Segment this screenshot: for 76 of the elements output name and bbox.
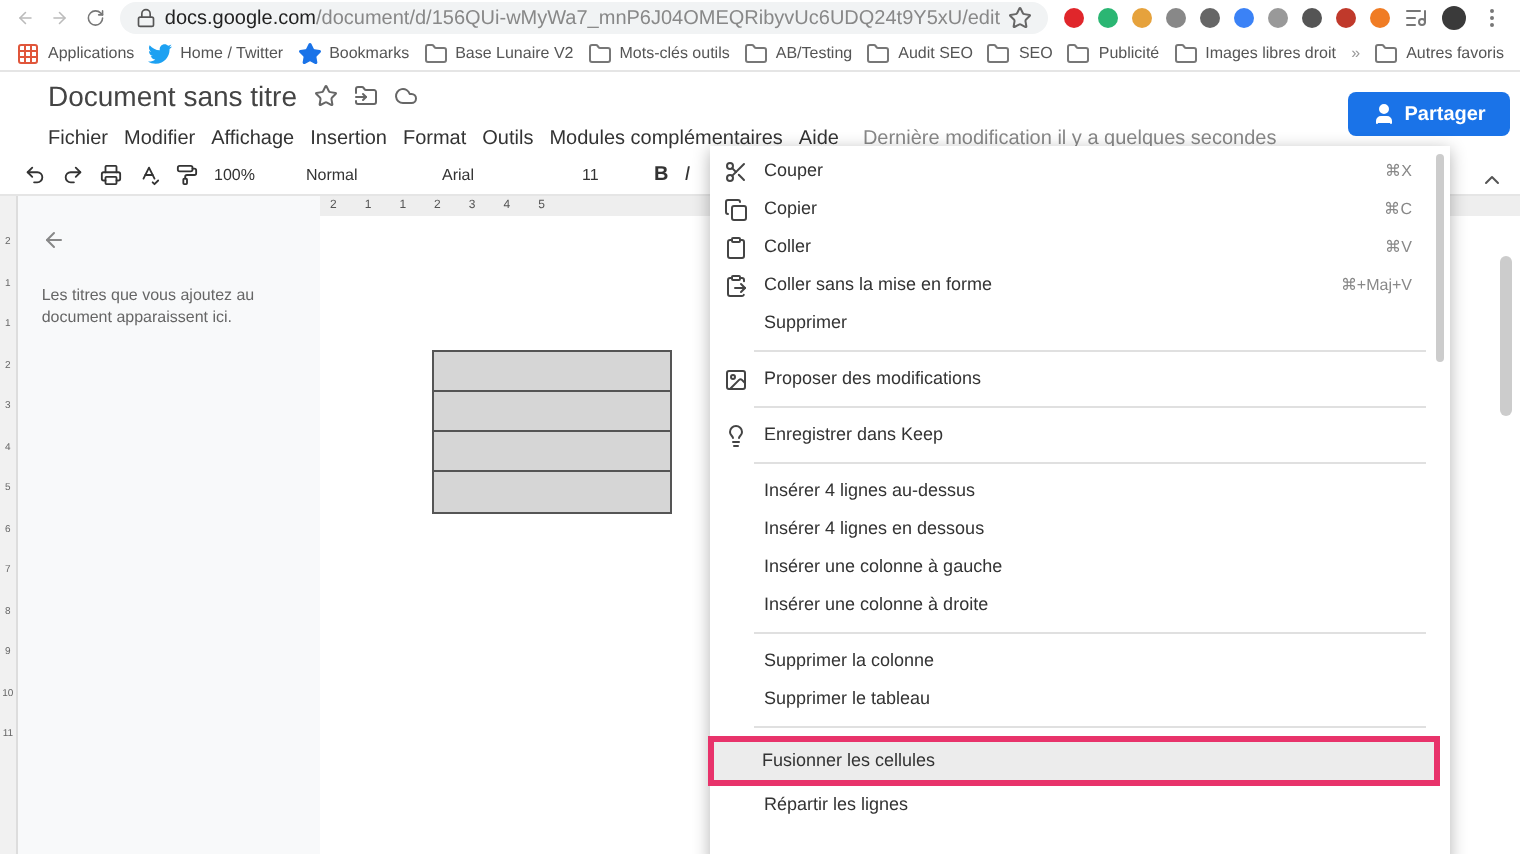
bird-icon[interactable] (148, 41, 173, 65)
bold-button[interactable]: B (654, 160, 669, 190)
menu-item[interactable]: Aide (798, 123, 839, 153)
address-bar[interactable]: docs.google.com/document/d/156QUi-wMyWa7_mnP6J04OMEQRibyvUc6UDQ24t9Y5xU/edit (120, 2, 1048, 34)
bookmark-link[interactable]: SEO (1018, 41, 1053, 65)
move-folder-icon[interactable] (353, 84, 377, 108)
context-menu-item[interactable]: Insérer une colonne à gauche (710, 548, 1426, 586)
menu-item[interactable]: Insertion (310, 123, 387, 153)
folder-icon[interactable] (1173, 41, 1198, 65)
style-select[interactable]: Normal (306, 163, 426, 187)
spellcheck-icon[interactable] (138, 164, 160, 186)
menu-item[interactable]: Modifier (124, 123, 196, 153)
undo-icon[interactable] (24, 164, 46, 186)
bookmark-link[interactable]: Autres favoris (1406, 41, 1504, 65)
star-icon[interactable] (313, 84, 337, 108)
context-menu-item[interactable]: Coller ⌘V (710, 228, 1426, 266)
menu-item[interactable]: Modules complémentaires (549, 123, 783, 153)
playlist-icon[interactable] (1404, 6, 1428, 30)
image-icon (724, 367, 748, 391)
italic-button[interactable]: I (684, 160, 691, 190)
bookmark-link[interactable]: Audit SEO (898, 41, 973, 65)
context-menu-item[interactable]: Supprimer la colonne (710, 642, 1426, 680)
context-menu-item[interactable]: Copier ⌘C (710, 190, 1426, 228)
clipboard-icon (724, 235, 748, 259)
context-menu-item[interactable]: Proposer des modifications (710, 360, 1426, 398)
avatar[interactable] (1442, 6, 1466, 30)
bookmark-link[interactable]: Publicité (1098, 41, 1160, 65)
menu-item[interactable]: Format (402, 123, 467, 153)
lock-icon (136, 8, 157, 28)
cloud-icon[interactable] (393, 84, 417, 108)
size-select[interactable]: 11 (582, 163, 638, 187)
context-menu-item[interactable]: Enregistrer dans Keep (710, 416, 1426, 454)
context-menu-item[interactable]: Couper ⌘X (710, 152, 1426, 190)
lightbulb-icon (724, 423, 748, 447)
context-menu-item[interactable]: Insérer 4 lignes en dessous (710, 510, 1426, 548)
folder-icon[interactable] (1066, 41, 1091, 65)
star-icon[interactable] (1008, 6, 1032, 30)
document-title[interactable]: Document sans titre (48, 75, 297, 117)
back-arrow-icon[interactable] (41, 228, 66, 252)
copy-icon (724, 197, 748, 221)
clipboard-icon (724, 273, 748, 297)
folder-icon[interactable] (1374, 41, 1399, 65)
context-menu-item[interactable]: Supprimer le tableau (710, 680, 1426, 718)
menu-item[interactable]: Fichier (48, 123, 109, 153)
reload-icon[interactable] (85, 6, 105, 30)
menu-item[interactable]: Affichage (211, 123, 295, 153)
bookmark-link[interactable]: Base Lunaire V2 (455, 41, 574, 65)
print-icon[interactable] (100, 164, 122, 186)
share-button[interactable]: Partager (1348, 92, 1510, 136)
context-menu-item[interactable]: Coller sans la mise en forme ⌘+Maj+V (710, 266, 1426, 304)
menu-item[interactable]: Outils (482, 123, 534, 153)
context-menu-item[interactable]: Fusionner les cellules (708, 736, 1440, 786)
folder-icon[interactable] (587, 41, 612, 65)
outline-hint: Les titres que vous ajoutez au document apparaissent ici. (41, 284, 257, 328)
context-menu-item[interactable]: Répartir les lignes (710, 786, 1426, 824)
bookmark-link[interactable]: Images libres droit (1205, 41, 1336, 65)
bookmark-link[interactable]: Bookmarks (329, 41, 410, 65)
star-icon[interactable] (297, 41, 322, 65)
folder-icon[interactable] (986, 41, 1011, 65)
scissors-icon (724, 159, 748, 183)
bookmark-link[interactable]: Home / Twitter (180, 41, 284, 65)
folder-icon[interactable] (423, 41, 448, 65)
bookmark-link[interactable]: Mots-clés outils (619, 41, 730, 65)
bookmark-link[interactable]: AB/Testing (775, 41, 853, 65)
context-menu-item[interactable]: Insérer une colonne à droite (710, 586, 1426, 624)
zoom-select[interactable]: 100% (214, 163, 290, 187)
redo-icon[interactable] (62, 164, 84, 186)
font-select[interactable]: Arial (442, 163, 566, 187)
context-menu-item[interactable]: Insérer 4 lignes au-dessus (710, 472, 1426, 510)
paint-format-icon[interactable] (176, 164, 198, 186)
bookmark-link[interactable]: Applications (48, 41, 135, 65)
apps-grid-icon[interactable] (16, 41, 40, 65)
person-icon (1372, 102, 1397, 126)
context-menu-item[interactable]: Supprimer (710, 304, 1426, 342)
folder-icon[interactable] (743, 41, 768, 65)
folder-icon[interactable] (866, 41, 891, 65)
